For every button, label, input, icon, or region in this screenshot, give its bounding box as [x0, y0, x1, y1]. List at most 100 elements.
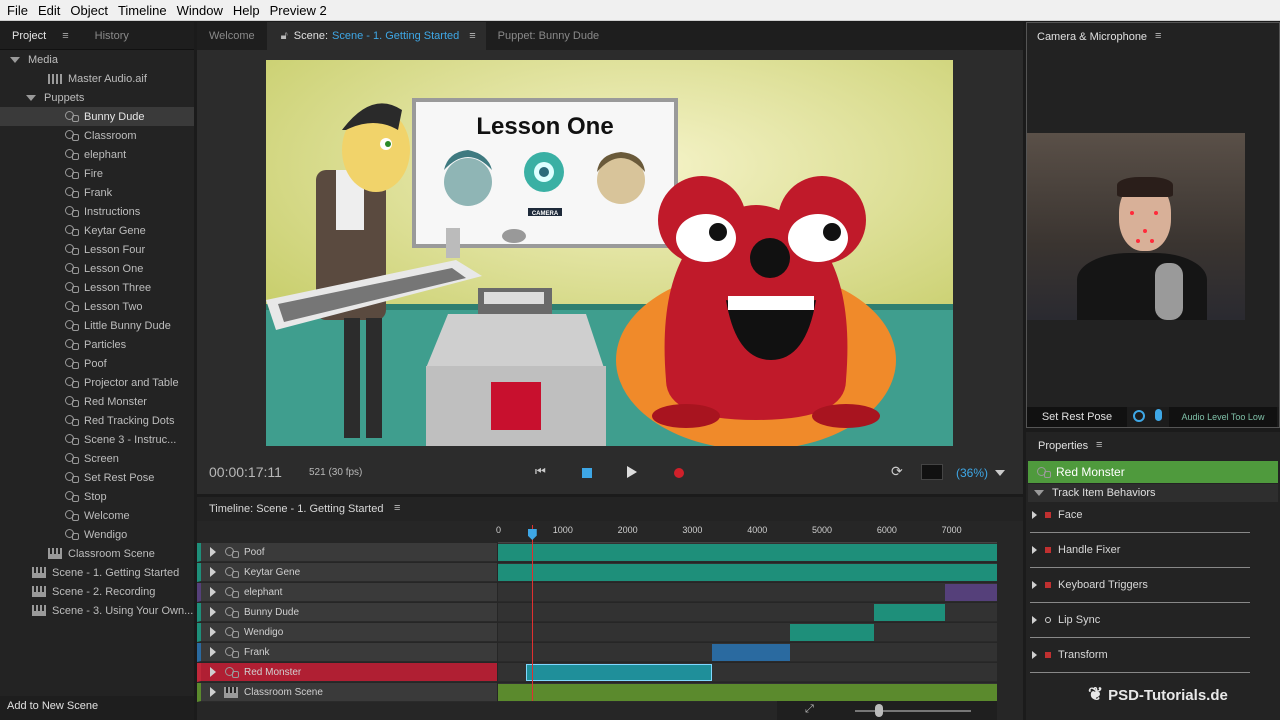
camera-panel-menu-icon[interactable]: ≡	[1155, 30, 1161, 42]
behavior-row[interactable]: Handle Fixer	[1030, 533, 1250, 568]
project-item[interactable]: Keytar Gene	[0, 221, 194, 240]
behavior-row[interactable]: Transform	[1030, 638, 1250, 673]
timeline-clip[interactable]	[945, 584, 997, 601]
timeline-lane[interactable]	[498, 603, 997, 622]
expand-arrow-icon[interactable]	[210, 547, 216, 557]
project-item[interactable]: Poof	[0, 354, 194, 373]
project-item[interactable]: Set Rest Pose	[0, 468, 194, 487]
timeline-lane[interactable]	[498, 543, 997, 562]
panel-menu-icon[interactable]: ≡	[58, 30, 72, 42]
project-item[interactable]: Screen	[0, 449, 194, 468]
project-item[interactable]: elephant	[0, 145, 194, 164]
project-item[interactable]: Bunny Dude	[0, 107, 194, 126]
timeline-track[interactable]: Classroom Scene	[197, 683, 497, 702]
timeline-lane[interactable]	[498, 663, 997, 682]
timeline-clip[interactable]	[711, 644, 790, 661]
menu-object[interactable]: Object	[65, 3, 113, 18]
stop-icon[interactable]	[582, 468, 592, 478]
timeline-ruler[interactable]: 0 1000 2000 3000 4000 5000 6000 7000	[496, 521, 997, 543]
menu-window[interactable]: Window	[172, 3, 228, 18]
behavior-row[interactable]: Lip Sync	[1030, 603, 1250, 638]
timeline-clip[interactable]	[789, 624, 874, 641]
project-item[interactable]: Little Bunny Dude	[0, 316, 194, 335]
project-item[interactable]: Scene - 3. Using Your Own...	[0, 601, 194, 620]
project-item[interactable]: Projector and Table	[0, 373, 194, 392]
timeline-track[interactable]: Frank	[197, 643, 497, 662]
expand-arrow-icon[interactable]	[210, 627, 216, 637]
add-to-new-scene-button[interactable]: Add to New Scene	[0, 696, 194, 720]
menu-timeline[interactable]: Timeline	[113, 3, 172, 18]
tab-puppet[interactable]: Puppet: Bunny Dude	[486, 30, 612, 42]
expand-arrow-icon[interactable]	[210, 587, 216, 597]
zoom-slider[interactable]	[855, 710, 971, 712]
zoom-level[interactable]: (36%)	[956, 466, 988, 480]
timeline-clip[interactable]	[498, 684, 997, 701]
expand-arrow-icon[interactable]	[1032, 651, 1037, 659]
project-item[interactable]: Lesson Three	[0, 278, 194, 297]
expand-arrow-icon[interactable]	[1032, 581, 1037, 589]
record-icon[interactable]	[674, 468, 684, 478]
tab-menu-icon[interactable]: ≡	[459, 30, 475, 42]
playhead[interactable]	[531, 525, 533, 701]
tab-project[interactable]: Project	[0, 30, 58, 42]
background-color-swatch[interactable]	[921, 464, 943, 480]
expand-arrow-icon[interactable]	[210, 567, 216, 577]
play-icon[interactable]	[627, 466, 637, 478]
timeline-track[interactable]: Wendigo	[197, 623, 497, 642]
expand-arrow-icon[interactable]	[1032, 616, 1037, 624]
project-item[interactable]: Master Audio.aif	[0, 69, 194, 88]
project-item[interactable]: Classroom Scene	[0, 544, 194, 563]
tab-welcome[interactable]: Welcome	[197, 30, 267, 42]
project-item[interactable]: Lesson Four	[0, 240, 194, 259]
tab-scene[interactable]: 🔓︎ Scene: Scene - 1. Getting Started ≡	[266, 22, 486, 50]
properties-menu-icon[interactable]: ≡	[1096, 439, 1102, 451]
loop-icon[interactable]: ⟳	[891, 463, 903, 480]
behavior-row[interactable]: Face	[1030, 498, 1250, 533]
project-item[interactable]: Scene - 2. Recording	[0, 582, 194, 601]
zoom-slider-thumb[interactable]	[875, 704, 883, 717]
project-item[interactable]: Red Monster	[0, 392, 194, 411]
project-item[interactable]: Scene - 1. Getting Started	[0, 563, 194, 582]
timeline-clip[interactable]	[525, 664, 712, 681]
project-item[interactable]: Classroom	[0, 126, 194, 145]
expand-arrow-icon[interactable]	[1032, 546, 1037, 554]
project-item[interactable]: Stop	[0, 487, 194, 506]
timeline-track[interactable]: Poof	[197, 543, 497, 562]
project-item[interactable]: Welcome	[0, 506, 194, 525]
project-item[interactable]: Wendigo	[0, 525, 194, 544]
timeline-track[interactable]: elephant	[197, 583, 497, 602]
expand-arrow-icon[interactable]	[210, 647, 216, 657]
timeline-menu-icon[interactable]: ≡	[394, 502, 400, 514]
menu-edit[interactable]: Edit	[33, 3, 65, 18]
project-item[interactable]: Puppets	[0, 88, 194, 107]
expand-arrow-icon[interactable]	[1032, 511, 1037, 519]
scene-stage[interactable]: Lesson One CAMERA	[266, 60, 953, 446]
tab-history[interactable]: History	[83, 30, 141, 42]
timeline-clip[interactable]	[498, 544, 997, 561]
project-item[interactable]: Lesson Two	[0, 297, 194, 316]
menu-file[interactable]: File	[2, 3, 33, 18]
timeline-clip[interactable]	[498, 564, 997, 581]
project-item[interactable]: Frank	[0, 183, 194, 202]
timeline-lane[interactable]	[498, 623, 997, 642]
project-item[interactable]: Instructions	[0, 202, 194, 221]
microphone-icon[interactable]	[1155, 409, 1162, 421]
timeline-lane[interactable]	[498, 683, 997, 702]
timeline-lane[interactable]	[498, 563, 997, 582]
timeline-track[interactable]: Bunny Dude	[197, 603, 497, 622]
project-item[interactable]: Lesson One	[0, 259, 194, 278]
timeline-clip[interactable]	[873, 604, 946, 621]
menu-help[interactable]: Help	[228, 3, 265, 18]
timeline-lane[interactable]	[498, 583, 997, 602]
project-item[interactable]: Fire	[0, 164, 194, 183]
timeline-track[interactable]: Red Monster	[197, 663, 497, 682]
timeline-lane[interactable]	[498, 643, 997, 662]
project-item[interactable]: Scene 3 - Instruc...	[0, 430, 194, 449]
menu-preview[interactable]: Preview 2	[265, 3, 332, 18]
expand-arrow-icon[interactable]	[210, 687, 216, 697]
project-item[interactable]: Particles	[0, 335, 194, 354]
expand-arrow-icon[interactable]	[210, 607, 216, 617]
fit-icon[interactable]: ⤢	[805, 703, 814, 716]
project-item[interactable]: Media	[0, 50, 194, 69]
zoom-dropdown-icon[interactable]	[995, 470, 1005, 476]
